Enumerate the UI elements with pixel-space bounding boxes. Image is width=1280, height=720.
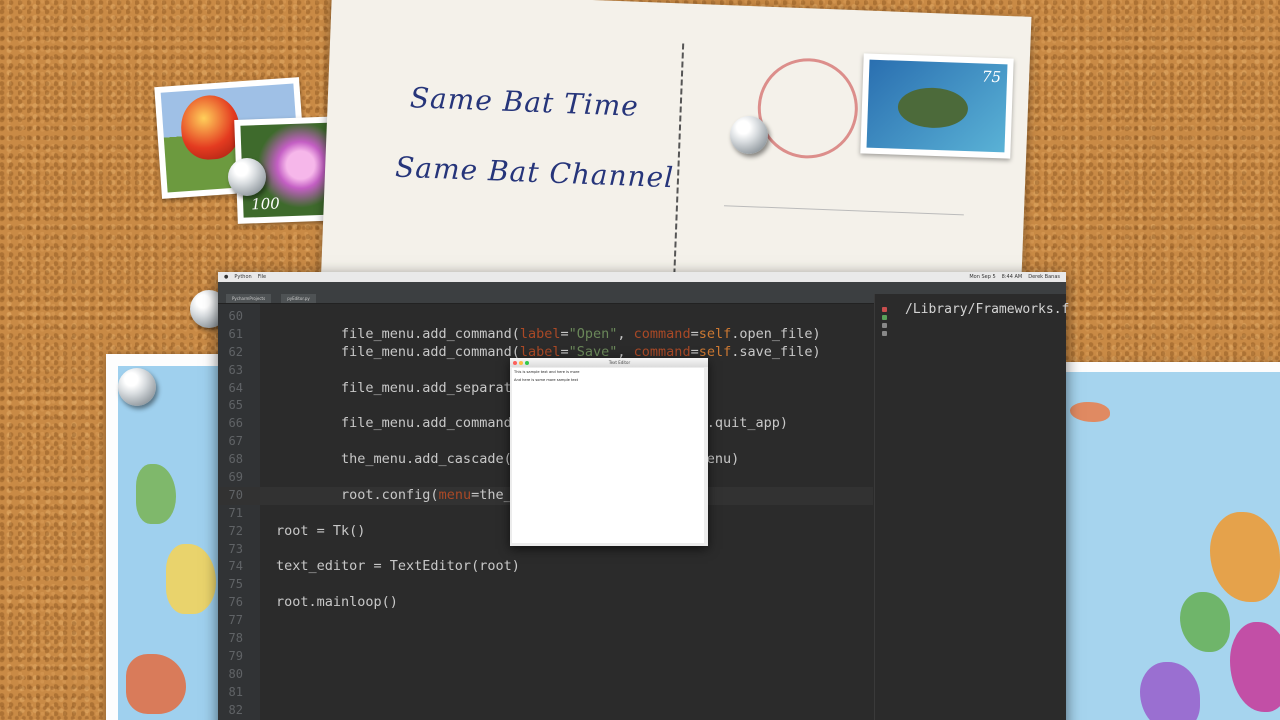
turtle-icon <box>897 86 969 130</box>
line-number: 67 <box>228 434 243 449</box>
turtle-stamp: 75 <box>860 53 1014 159</box>
line-number: 70 <box>228 487 243 502</box>
postmark-icon <box>755 56 860 161</box>
postcard-divider <box>673 43 685 274</box>
postcard-line-1: Same Bat Time <box>409 81 640 123</box>
tk-text-line-1: This is sample text and here is more <box>514 370 580 374</box>
menubar-file[interactable]: File <box>258 274 266 280</box>
line-number: 75 <box>228 577 243 592</box>
tab-project[interactable]: PycharmProjects <box>226 294 272 303</box>
menubar-status: Mon Sep 5 8:44 AM Derek Banas <box>969 274 1060 280</box>
line-number: 63 <box>228 362 243 377</box>
code-line[interactable]: 81 <box>218 684 873 702</box>
tab-pyeditor[interactable]: pyEditor.py <box>281 294 316 303</box>
run-output-panel: /Library/Frameworks.f <box>874 294 1070 720</box>
line-number: 66 <box>228 416 243 431</box>
line-number: 61 <box>228 326 243 341</box>
code-line[interactable]: 75 <box>218 576 873 594</box>
run-toolbar <box>879 304 889 339</box>
tk-text-line-2: And here is some more sample text <box>514 378 579 382</box>
code-line[interactable]: 79 <box>218 648 873 666</box>
close-icon[interactable] <box>513 360 517 365</box>
stop-icon[interactable] <box>881 307 887 312</box>
run-icon[interactable] <box>881 315 887 320</box>
line-number: 80 <box>228 666 243 681</box>
line-number: 78 <box>228 631 243 646</box>
code-text: file_menu.add_command(label="Open", comm… <box>276 325 821 342</box>
line-number: 73 <box>228 541 243 556</box>
hot-air-balloon-icon <box>179 93 242 162</box>
code-text: root.config(menu=the_m <box>276 486 520 503</box>
line-number: 65 <box>228 398 243 413</box>
settings-icon[interactable] <box>881 331 887 336</box>
tk-titlebar[interactable]: Text Editor <box>510 358 708 367</box>
line-number: 81 <box>228 684 243 699</box>
apple-menu-icon[interactable]: ● <box>224 274 228 280</box>
code-line[interactable]: 82 <box>218 702 873 720</box>
code-text: root = Tk() <box>276 522 366 539</box>
line-number: 72 <box>228 523 243 538</box>
tk-text-area[interactable]: This is sample text and here is more And… <box>512 368 704 543</box>
menubar-date: Mon Sep 5 <box>969 274 996 280</box>
line-number: 79 <box>228 648 243 663</box>
code-text: text_editor = TextEditor(root) <box>276 558 520 575</box>
code-line[interactable]: 61 file_menu.add_command(label="Open", c… <box>218 326 873 344</box>
output-path: /Library/Frameworks.f <box>905 302 1070 317</box>
line-number: 60 <box>228 309 243 323</box>
code-text: root.mainloop() <box>276 594 398 611</box>
code-line[interactable]: 76 root.mainloop() <box>218 594 873 612</box>
maximize-icon[interactable] <box>525 360 529 365</box>
stamp-value: 100 <box>250 194 281 214</box>
address-line <box>723 205 964 216</box>
code-line[interactable]: 74 text_editor = TextEditor(root) <box>218 558 873 576</box>
line-number: 68 <box>228 452 243 467</box>
code-line[interactable]: 80 <box>218 666 873 684</box>
line-number: 74 <box>228 559 243 574</box>
pushpin-icon <box>730 116 768 154</box>
menubar-user[interactable]: Derek Banas <box>1028 274 1060 280</box>
line-number: 76 <box>228 595 243 610</box>
code-line[interactable]: 77 <box>218 612 873 630</box>
code-line[interactable]: 60 <box>218 308 873 326</box>
line-number: 82 <box>228 702 243 717</box>
line-number: 64 <box>228 380 243 395</box>
menubar-time: 8:44 AM <box>1001 274 1023 280</box>
europe-map-right <box>1060 362 1280 720</box>
postcard-line-2: Same Bat Channel <box>394 150 675 195</box>
line-number: 71 <box>228 505 243 520</box>
tk-window-title: Text Editor <box>608 360 631 365</box>
stamp-value: 75 <box>981 67 1002 87</box>
pause-icon[interactable] <box>881 323 887 328</box>
line-number: 77 <box>228 613 243 628</box>
code-text: file_menu.add_separat <box>276 379 512 396</box>
mac-menubar: ● Python File Mon Sep 5 8:44 AM Derek Ba… <box>218 272 1066 282</box>
pushpin-icon <box>228 158 266 196</box>
menubar-app[interactable]: Python <box>234 274 251 280</box>
pushpin-icon <box>118 368 156 406</box>
line-number: 69 <box>228 470 243 485</box>
minimize-icon[interactable] <box>519 360 523 365</box>
tk-text-editor-window[interactable]: Text Editor This is sample text and here… <box>510 358 708 546</box>
code-line[interactable]: 78 <box>218 630 873 648</box>
line-number: 62 <box>228 344 243 359</box>
